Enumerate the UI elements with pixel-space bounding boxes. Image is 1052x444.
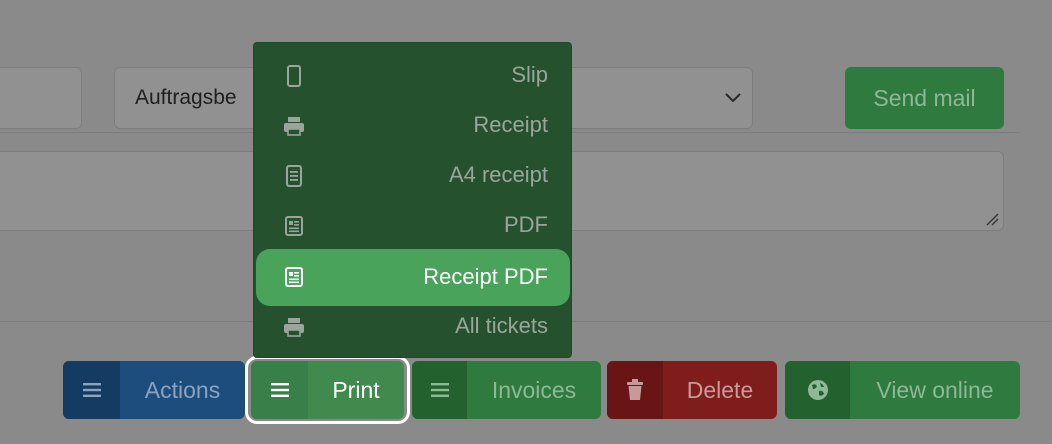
menu-item-label: Receipt: [473, 112, 548, 137]
view-online-label: View online: [876, 376, 994, 403]
view-online-button[interactable]: View online: [785, 361, 1020, 419]
text-input-left[interactable]: [0, 67, 82, 129]
document-lines-icon: [285, 216, 303, 236]
document-lines-icon: [285, 267, 303, 287]
menu-icon: [251, 361, 308, 419]
invoices-button[interactable]: Invoices: [412, 361, 601, 419]
send-mail-button[interactable]: Send mail: [845, 67, 1004, 129]
menu-item-slip[interactable]: Slip: [256, 52, 570, 98]
menu-item-label: Receipt PDF: [423, 264, 548, 289]
menu-item-pdf[interactable]: PDF: [256, 202, 570, 248]
print-button[interactable]: Print: [251, 361, 404, 419]
printer-icon: [284, 117, 304, 136]
menu-item-all-tickets[interactable]: All tickets: [256, 303, 570, 349]
menu-icon: [63, 361, 120, 419]
trash-icon: [607, 361, 663, 419]
menu-item-a4-receipt[interactable]: A4 receipt: [256, 152, 570, 198]
menu-item-label: A4 receipt: [448, 162, 548, 187]
delete-label: Delete: [686, 376, 754, 403]
actions-label: Actions: [144, 376, 221, 403]
send-mail-label: Send mail: [873, 84, 976, 111]
phone-icon: [287, 65, 301, 87]
globe-icon: [785, 361, 850, 419]
menu-item-receipt[interactable]: Receipt: [256, 102, 570, 148]
menu-icon: [412, 361, 467, 419]
printer-icon: [284, 318, 304, 337]
print-label: Print: [332, 376, 380, 403]
select-value: Auftragsbe: [135, 86, 237, 109]
print-dropdown-menu: Slip Receipt A4 receipt PDF Receipt PDF …: [253, 42, 572, 358]
actions-button[interactable]: Actions: [63, 361, 245, 419]
menu-item-label: All tickets: [455, 313, 548, 338]
chevron-down-icon: [725, 93, 741, 103]
menu-item-label: PDF: [504, 212, 548, 237]
document-icon: [286, 165, 302, 187]
menu-item-label: Slip: [511, 62, 548, 87]
invoices-label: Invoices: [491, 376, 577, 403]
resize-handle-icon[interactable]: [985, 212, 999, 226]
menu-item-receipt-pdf[interactable]: Receipt PDF: [256, 249, 570, 306]
delete-button[interactable]: Delete: [607, 361, 777, 419]
